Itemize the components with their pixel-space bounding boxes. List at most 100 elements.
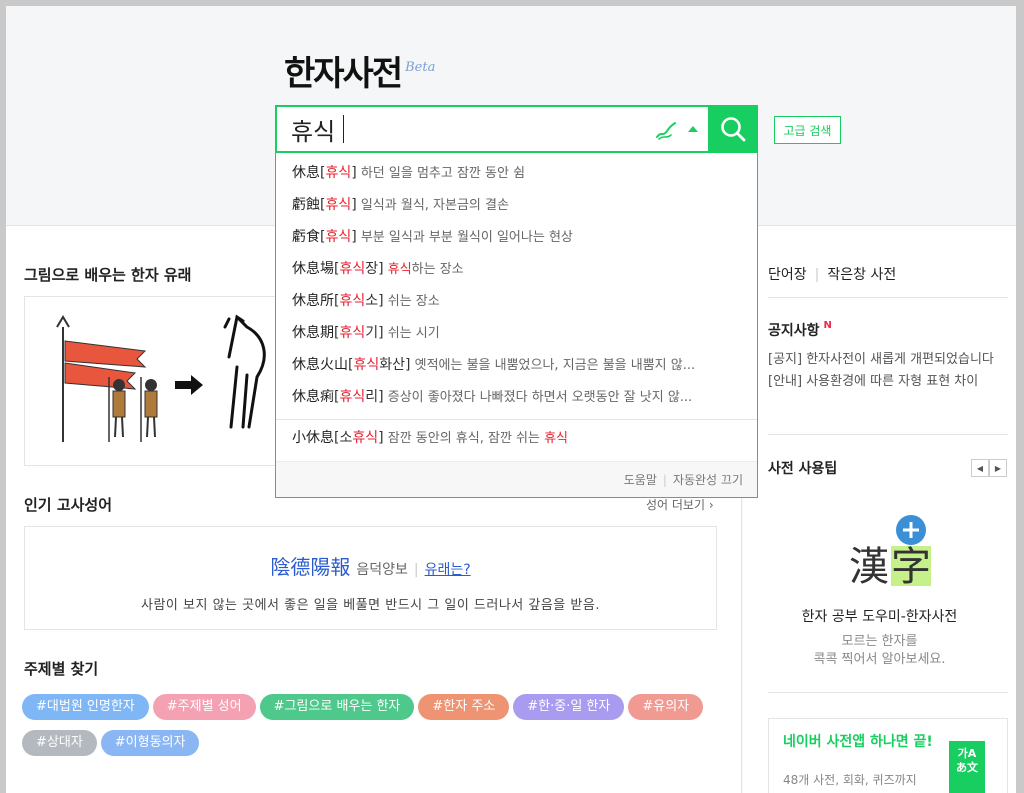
item-reading: 휴식 <box>325 165 352 181</box>
item-reading: 휴식 <box>353 357 380 373</box>
origin-illustration <box>56 314 266 442</box>
search-box <box>275 105 758 153</box>
tip-caption: 한자 공부 도우미-한자사전 <box>801 609 958 625</box>
topic-tag[interactable]: #이형동의자 <box>100 730 200 756</box>
topic-tag[interactable]: #유의자 <box>628 694 704 720</box>
topic-tag[interactable]: #한·중·일 한자 <box>513 694 625 720</box>
topic-tag[interactable]: #상대자 <box>22 730 97 756</box>
item-desc: 일식과 월식, 자본금의 결손 <box>360 198 509 213</box>
text-caret <box>343 115 344 143</box>
origin-title: 그림으로 배우는 한자 유래 <box>24 266 192 284</box>
help-link[interactable]: 도움말 <box>624 473 657 487</box>
autocomplete-off-link[interactable]: 자동완성 끄기 <box>673 473 743 487</box>
item-desc: 쉬는 장소 <box>387 294 440 309</box>
search-button[interactable] <box>708 105 758 153</box>
notice-title[interactable]: 공지사항 N <box>768 320 832 340</box>
handwriting-icon[interactable] <box>653 117 679 143</box>
topic-tag[interactable]: #그림으로 배우는 한자 <box>259 694 415 720</box>
topic-tags: #대법원 인명한자 #주제별 성어 #그림으로 배우는 한자 #한자 주소 #한·중·일… <box>22 694 722 766</box>
item-hanja: 小休息 <box>292 430 334 446</box>
item-desc: 쉬는 시기 <box>387 326 440 341</box>
sidebar: 단어장 | 작은창 사전 공지사항 N [공지] 한자사전이 새롭게 개편되었습니다 … <box>743 226 1016 793</box>
tip-desc-line: 모르는 한자를 <box>841 634 918 649</box>
item-reading: 휴식 <box>325 229 352 245</box>
notice-item[interactable]: [공지] 한자사전이 새롭게 개편되었습니다 <box>768 348 1008 367</box>
topic-tag[interactable]: #대법원 인명한자 <box>22 694 149 720</box>
divider: | <box>413 562 419 578</box>
app-promo[interactable]: 네이버 사전앱 하나면 끝! 48개 사전, 회화, 퀴즈까지 가A あ文 <box>768 718 1008 793</box>
logo[interactable]: 한자사전 Beta <box>284 46 435 95</box>
item-hanja: 休息期 <box>292 325 334 341</box>
logo-char-1: 漢 <box>849 544 889 590</box>
item-desc: 하는 장소 <box>411 262 464 277</box>
topics-title: 주제별 찾기 <box>24 660 99 678</box>
quick-links: 단어장 | 작은창 사전 <box>768 264 896 284</box>
new-badge: N <box>823 320 832 331</box>
autocomplete-item[interactable]: 休息痢[휴식리] 증상이 좋아졌다 나빠졌다 하면서 오랫동안 잘 낫지 않..… <box>276 381 757 413</box>
autocomplete-item[interactable]: 虧蝕[휴식] 일식과 월식, 자본금의 결손 <box>276 189 757 221</box>
item-reading: 휴식 <box>339 261 366 277</box>
hanja-dictionary-logo: 漢 字 <box>849 515 931 590</box>
item-desc: 옛적에는 불을 내뿜었으나, 지금은 불을 내뿜지 않... <box>414 358 696 373</box>
dictionary-app-icon: 가A あ文 <box>949 741 985 793</box>
autocomplete-item[interactable]: 休息場[휴식장] 휴식하는 장소 <box>276 253 757 285</box>
item-reading-suffix: 장 <box>365 261 379 277</box>
autocomplete-footer: 도움말 | 자동완성 끄기 <box>276 461 757 497</box>
item-reading-suffix: 소 <box>365 293 379 309</box>
item-reading-suffix: 화산 <box>379 357 405 373</box>
tip-title: 사전 사용팁 <box>768 461 838 477</box>
autocomplete-item[interactable]: 小休息[소휴식] 잠깐 동안의 휴식, 잠깐 쉬는 휴식 <box>276 422 757 454</box>
autocomplete-item[interactable]: 休息所[휴식소] 쉬는 장소 <box>276 285 757 317</box>
app-icon-line: 가A <box>957 747 977 760</box>
item-reading-suffix: 리 <box>365 389 379 405</box>
item-reading: 휴식 <box>339 325 366 341</box>
idiom-meaning: 사람이 보지 않는 곳에서 좋은 일을 베풀면 반드시 그 일이 드러나서 갚음… <box>141 598 600 613</box>
next-arrow-icon[interactable]: ▶ <box>989 459 1007 477</box>
item-reading-prefix: 소 <box>339 430 353 446</box>
mini-dictionary-link[interactable]: 작은창 사전 <box>827 267 896 283</box>
notice-item[interactable]: [안내] 사용환경에 따른 자형 표현 차이 <box>768 370 1008 389</box>
divider: | <box>662 473 667 487</box>
item-reading: 휴식 <box>339 293 366 309</box>
app-promo-desc: 48개 사전, 회화, 퀴즈까지 <box>783 773 917 787</box>
autocomplete-item[interactable]: 休息期[휴식기] 쉬는 시기 <box>276 317 757 349</box>
item-hanja: 虧蝕 <box>292 197 320 213</box>
divider <box>768 297 1008 298</box>
logo-title: 한자사전 <box>284 54 403 94</box>
wordbook-link[interactable]: 단어장 <box>768 267 807 283</box>
idiom-more-link[interactable]: 성어 더보기 › <box>646 496 714 513</box>
item-desc-highlight: 휴식 <box>544 431 569 446</box>
search-icon <box>721 117 746 142</box>
idiom-origin-link[interactable]: 유래는? <box>425 562 471 578</box>
idiom-card: 陰德陽報 음덕양보 | 유래는? 사람이 보지 않는 곳에서 좋은 일을 베풀면 반드… <box>24 526 717 630</box>
chevron-right-icon: › <box>708 498 714 512</box>
autocomplete-dropdown: 休息[휴식] 하던 일을 멈추고 잠깐 동안 쉼 虧蝕[휴식] 일식과 월식, 자… <box>275 153 758 498</box>
search-input[interactable] <box>291 113 631 145</box>
app-icon-line: あ文 <box>956 761 978 774</box>
origin-card[interactable] <box>24 296 281 466</box>
topic-tag[interactable]: #한자 주소 <box>418 694 510 720</box>
idiom-reading: 음덕양보 <box>356 562 408 578</box>
tip-desc-line: 콕콕 찍어서 알아보세요. <box>813 652 946 667</box>
item-hanja: 休息痢 <box>292 389 334 405</box>
divider <box>768 692 1008 693</box>
divider <box>276 419 757 420</box>
autocomplete-toggle-icon[interactable] <box>688 126 698 132</box>
idiom-title: 인기 고사성어 <box>24 496 113 514</box>
notice-title-label: 공지사항 <box>768 323 820 339</box>
autocomplete-list: 休息[휴식] 하던 일을 멈추고 잠깐 동안 쉼 虧蝕[휴식] 일식과 월식, 자… <box>276 153 757 413</box>
item-hanja: 休息火山 <box>292 357 348 373</box>
item-desc: 증상이 좋아졌다 나빠졌다 하면서 오랫동안 잘 낫지 않... <box>387 390 693 405</box>
prev-arrow-icon[interactable]: ◀ <box>971 459 989 477</box>
advanced-search-button[interactable]: 고급 검색 <box>774 116 841 144</box>
idiom-hanja[interactable]: 陰德陽報 <box>270 555 350 579</box>
item-hanja: 虧食 <box>292 229 320 245</box>
tip-pager: ◀ ▶ <box>971 459 1007 477</box>
divider: | <box>814 267 820 283</box>
autocomplete-item[interactable]: 休息[휴식] 하던 일을 멈추고 잠깐 동안 쉼 <box>276 157 757 189</box>
topic-tag[interactable]: #주제별 성어 <box>152 694 256 720</box>
item-reading: 휴식 <box>339 389 366 405</box>
autocomplete-item[interactable]: 休息火山[휴식화산] 옛적에는 불을 내뿜었으나, 지금은 불을 내뿜지 않..… <box>276 349 757 381</box>
item-hanja: 休息場 <box>292 261 334 277</box>
autocomplete-item[interactable]: 虧食[휴식] 부분 일식과 부분 월식이 일어나는 현상 <box>276 221 757 253</box>
